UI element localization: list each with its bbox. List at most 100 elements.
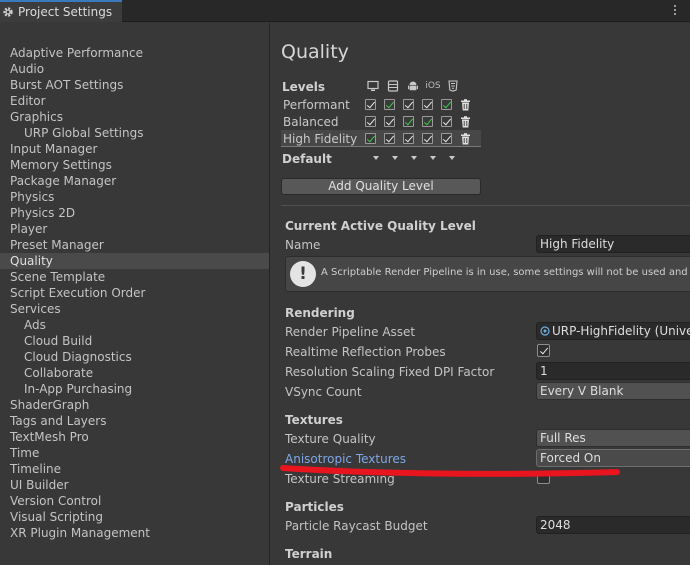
sidebar-item-scene-template[interactable]: Scene Template: [0, 269, 269, 285]
render-pipeline-label: Render Pipeline Asset: [285, 325, 416, 339]
sidebar-item-xr-plugin-management[interactable]: XR Plugin Management: [0, 525, 269, 541]
default-dropdown-webgl[interactable]: [448, 156, 455, 160]
quality-panel: Quality Levels iOS Performant Balanced Hig…: [271, 23, 690, 565]
platform-checkbox[interactable]: [365, 99, 376, 110]
html5-icon: [443, 79, 463, 93]
default-label: Default: [282, 152, 332, 166]
page-title: Quality: [281, 41, 349, 63]
sidebar-item-burst-aot-settings[interactable]: Burst AOT Settings: [0, 77, 269, 93]
texture-quality-dropdown[interactable]: Full Res: [536, 429, 690, 447]
dpi-factor-label: Resolution Scaling Fixed DPI Factor: [285, 365, 495, 379]
sidebar-item-player[interactable]: Player: [0, 221, 269, 237]
raycast-budget-label: Particle Raycast Budget: [285, 519, 428, 533]
sidebar-item-textmesh-pro[interactable]: TextMesh Pro: [0, 429, 269, 445]
sidebar-item-package-manager[interactable]: Package Manager: [0, 173, 269, 189]
texture-streaming-checkbox[interactable]: [537, 471, 550, 484]
add-quality-level-button[interactable]: Add Quality Level: [281, 178, 481, 195]
texture-streaming-label: Texture Streaming: [285, 472, 395, 486]
srp-help-box: ! A Scriptable Render Pipeline is in use…: [285, 256, 690, 292]
render-pipeline-field[interactable]: URP-HighFidelity (Universal Render Pipel…: [536, 322, 690, 340]
platform-checkbox[interactable]: [403, 99, 414, 110]
ios-label: iOS: [425, 81, 441, 91]
sidebar-item-in-app-purchasing[interactable]: In-App Purchasing: [0, 381, 269, 397]
textures-header: Textures: [285, 413, 343, 427]
platform-checkbox[interactable]: [441, 116, 452, 127]
sidebar-item-cloud-diagnostics[interactable]: Cloud Diagnostics: [0, 349, 269, 365]
dpi-factor-field[interactable]: 1: [536, 362, 690, 380]
asset-icon: [540, 324, 550, 336]
gear-icon: [2, 6, 14, 18]
sidebar-item-timeline[interactable]: Timeline: [0, 461, 269, 477]
particles-header: Particles: [285, 500, 344, 514]
default-dropdown-ios[interactable]: [429, 156, 436, 160]
reflection-probes-label: Realtime Reflection Probes: [285, 345, 446, 359]
platform-checkbox[interactable]: [441, 99, 452, 110]
quality-level-row[interactable]: Balanced: [281, 113, 481, 130]
platform-checkbox[interactable]: [441, 133, 452, 144]
sidebar-item-editor[interactable]: Editor: [0, 93, 269, 109]
sidebar-item-time[interactable]: Time: [0, 445, 269, 461]
default-dropdown-android[interactable]: [410, 156, 417, 160]
sidebar-item-graphics[interactable]: Graphics: [0, 109, 269, 125]
sidebar-item-quality[interactable]: Quality: [0, 253, 269, 269]
sidebar-item-physics[interactable]: Physics: [0, 189, 269, 205]
texture-quality-label: Texture Quality: [285, 432, 376, 446]
sidebar-item-script-execution-order[interactable]: Script Execution Order: [0, 285, 269, 301]
platform-checkbox[interactable]: [384, 116, 395, 127]
default-dropdowns: [366, 156, 461, 160]
name-field[interactable]: High Fidelity: [536, 235, 690, 253]
sidebar-item-cloud-build[interactable]: Cloud Build: [0, 333, 269, 349]
platform-checkbox[interactable]: [422, 133, 433, 144]
sidebar-item-preset-manager[interactable]: Preset Manager: [0, 237, 269, 253]
sidebar-item-shadergraph[interactable]: ShaderGraph: [0, 397, 269, 413]
tab-project-settings[interactable]: Project Settings: [0, 0, 122, 22]
platform-checkbox[interactable]: [365, 133, 376, 144]
trash-icon[interactable]: [460, 115, 471, 128]
help-text: A Scriptable Render Pipeline is in use, …: [321, 267, 690, 278]
default-dropdown-desktop[interactable]: [372, 156, 379, 160]
quality-level-row[interactable]: Performant: [281, 96, 481, 113]
sidebar-item-physics-2d[interactable]: Physics 2D: [0, 205, 269, 221]
more-options-icon[interactable]: [674, 3, 676, 17]
sidebar-item-input-manager[interactable]: Input Manager: [0, 141, 269, 157]
sidebar-item-audio[interactable]: Audio: [0, 61, 269, 77]
render-pipeline-value: URP-HighFidelity (Universal Render Pipel…: [552, 324, 690, 338]
trash-icon[interactable]: [460, 98, 471, 111]
tab-title: Project Settings: [18, 5, 113, 19]
anisotropic-textures-dropdown[interactable]: Forced On: [536, 449, 690, 467]
platform-checkbox[interactable]: [422, 116, 433, 127]
trash-icon[interactable]: [460, 132, 471, 145]
platform-checkbox[interactable]: [384, 99, 395, 110]
platform-checkbox[interactable]: [422, 99, 433, 110]
platform-checkbox[interactable]: [403, 116, 414, 127]
platform-checkbox[interactable]: [403, 133, 414, 144]
default-dropdown-console[interactable]: [391, 156, 398, 160]
settings-sidebar: Adaptive Performance Audio Burst AOT Setti…: [0, 23, 270, 565]
android-icon: [403, 79, 423, 93]
sidebar-item-collaborate[interactable]: Collaborate: [0, 365, 269, 381]
sidebar-item-memory-settings[interactable]: Memory Settings: [0, 157, 269, 173]
terrain-header: Terrain: [285, 547, 333, 561]
sidebar-item-ui-builder[interactable]: UI Builder: [0, 477, 269, 493]
raycast-budget-field[interactable]: 2048: [536, 516, 690, 534]
desktop-icon: [363, 79, 383, 93]
sidebar-item-adaptive-performance[interactable]: Adaptive Performance: [0, 45, 269, 61]
platform-icons: iOS: [363, 79, 463, 93]
platform-checkbox[interactable]: [384, 133, 395, 144]
sidebar-item-visual-scripting[interactable]: Visual Scripting: [0, 509, 269, 525]
section-divider: [281, 205, 690, 206]
vsync-label: VSync Count: [285, 385, 362, 399]
vsync-dropdown[interactable]: Every V Blank: [536, 382, 690, 400]
quality-level-row[interactable]: High Fidelity: [281, 130, 481, 147]
rendering-header: Rendering: [285, 306, 355, 320]
levels-header: Levels: [282, 80, 326, 94]
console-icon: [383, 79, 403, 93]
quality-level-name: Performant: [283, 97, 350, 112]
sidebar-item-ads[interactable]: Ads: [0, 317, 269, 333]
sidebar-item-urp-global-settings[interactable]: URP Global Settings: [0, 125, 269, 141]
sidebar-item-services[interactable]: Services: [0, 301, 269, 317]
sidebar-item-version-control[interactable]: Version Control: [0, 493, 269, 509]
platform-checkbox[interactable]: [365, 116, 376, 127]
reflection-probes-checkbox[interactable]: [537, 344, 550, 357]
sidebar-item-tags-and-layers[interactable]: Tags and Layers: [0, 413, 269, 429]
